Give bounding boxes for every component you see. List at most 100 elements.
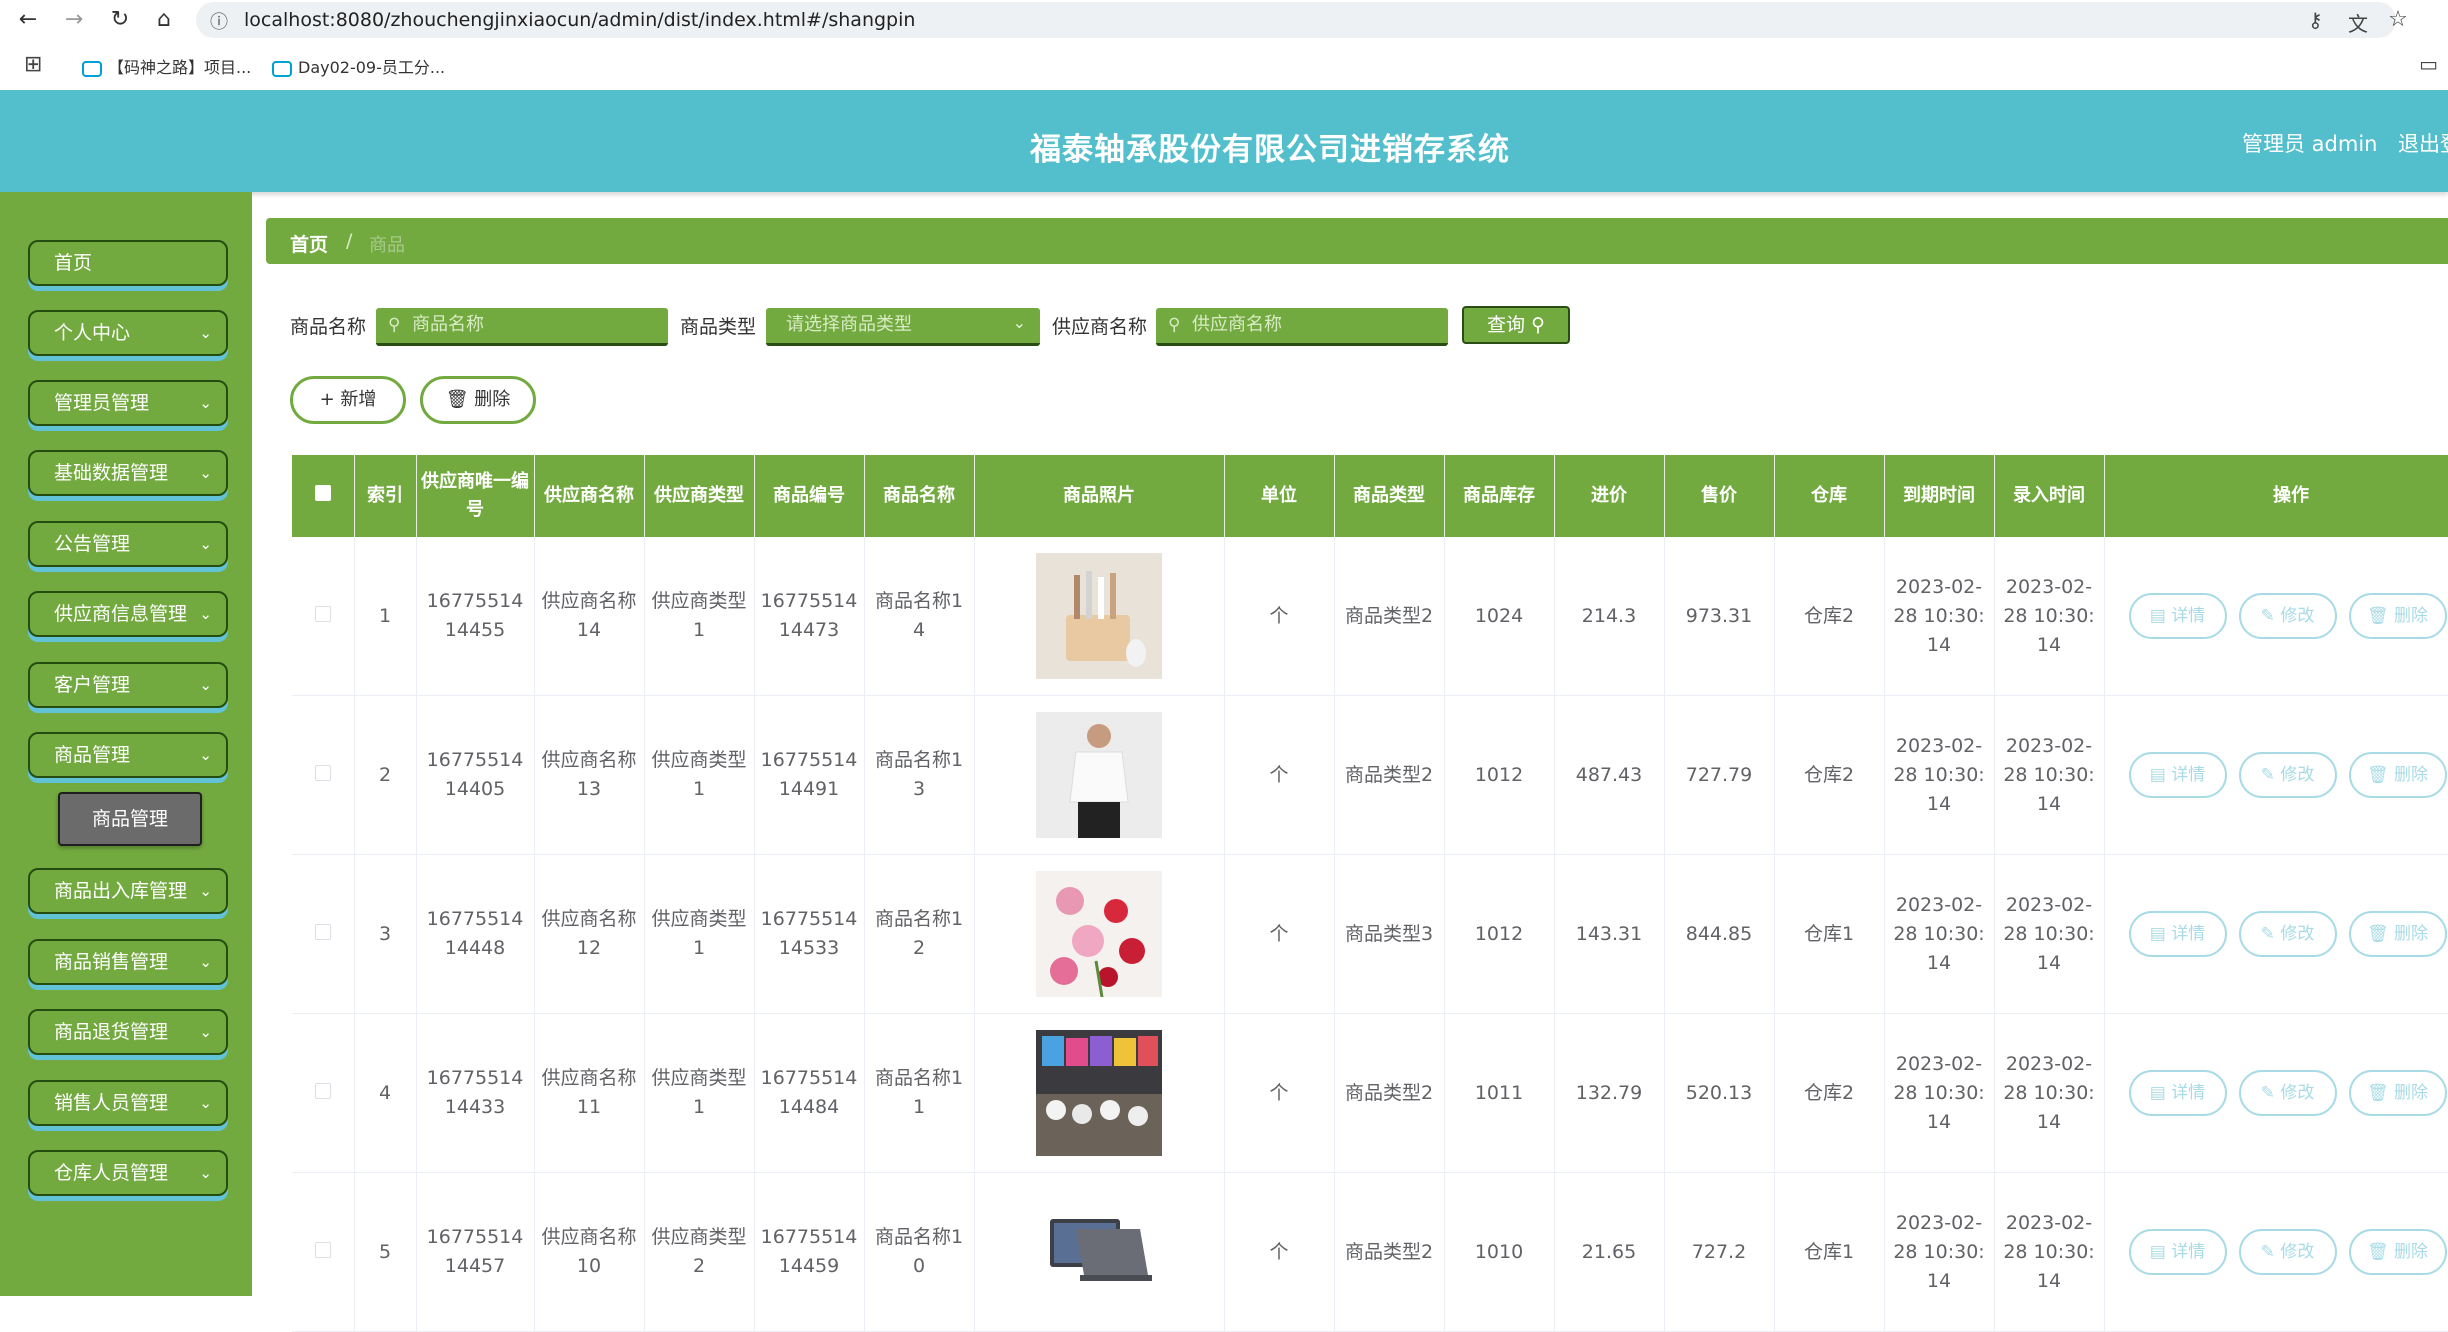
- detail-button[interactable]: ▤ 详情: [2128, 911, 2227, 957]
- home-icon[interactable]: ⌂: [150, 6, 178, 34]
- row-delete-label: 删除: [2394, 924, 2428, 944]
- submenu-item-goods[interactable]: 商品管理: [58, 792, 202, 846]
- cell-warehouse: 仓库1: [1774, 854, 1885, 1014]
- edit-button[interactable]: ✎ 修改: [2238, 911, 2337, 957]
- detail-button[interactable]: ▤ 详情: [2128, 752, 2227, 798]
- chevron-down-icon: ⌄: [199, 953, 212, 971]
- apps-grid-icon[interactable]: ⊞: [24, 52, 42, 77]
- sidebar-item-admin[interactable]: 管理员管理 ⌄: [28, 380, 228, 426]
- bookmark-item[interactable]: 【码神之路】项目...: [82, 54, 251, 78]
- cell-expire: 2023-02-28 10:30:14: [1884, 1172, 1995, 1332]
- bookmark-label: 【码神之路】项目...: [108, 58, 252, 77]
- sidebar-item-goods[interactable]: 商品管理 ⌄: [28, 732, 228, 778]
- sidebar-item-notice[interactable]: 公告管理 ⌄: [28, 521, 228, 567]
- sidebar-item-customer[interactable]: 客户管理 ⌄: [28, 662, 228, 708]
- bookmarks-bar: ⊞ 【码神之路】项目... Day02-09-员工分... ▭: [0, 48, 2448, 82]
- cell-photo: [974, 854, 1225, 1014]
- cell-unit: 个: [1224, 1013, 1335, 1173]
- back-icon[interactable]: ←: [14, 6, 42, 34]
- trash-icon: 🗑: [445, 389, 469, 410]
- goods-photo[interactable]: [981, 1030, 1218, 1156]
- reload-icon[interactable]: ↻: [106, 6, 134, 34]
- folder-icon[interactable]: ▭: [2419, 52, 2438, 76]
- table-row: 2 1677551414405 供应商名称13 供应商类型1 167755141…: [292, 695, 2448, 855]
- select-all-checkbox[interactable]: [314, 485, 331, 501]
- cell-created: 2023-02-28 10:30:14: [1994, 1013, 2105, 1173]
- detail-button[interactable]: ▤ 详情: [2128, 1070, 2227, 1116]
- sidebar-item-base-data[interactable]: 基础数据管理 ⌄: [28, 450, 228, 496]
- sidebar-item-label: 销售人员管理: [54, 1092, 169, 1114]
- cell-expire: 2023-02-28 10:30:14: [1884, 695, 1995, 855]
- pencil-icon: ✎: [2260, 924, 2275, 944]
- row-checkbox[interactable]: [314, 605, 331, 622]
- query-button[interactable]: 查询 ⚲: [1462, 306, 1570, 344]
- row-delete-button[interactable]: 🗑 删除: [2348, 911, 2447, 957]
- address-row: ← → ↻ ⌂ ⓘ localhost:8080/zhouchengjinxia…: [0, 0, 2448, 40]
- sidebar-item-label: 商品销售管理: [54, 951, 169, 973]
- row-checkbox[interactable]: [314, 764, 331, 781]
- cell-goods-id: 1677551414484: [754, 1013, 865, 1173]
- sidebar-item-label: 商品管理: [54, 744, 131, 766]
- document-icon: ▤: [2149, 1242, 2166, 1262]
- breadcrumb-home[interactable]: 首页: [290, 230, 328, 257]
- row-delete-button[interactable]: 🗑 删除: [2348, 752, 2447, 798]
- row-checkbox[interactable]: [314, 1241, 331, 1258]
- cell-goods-type: 商品类型2: [1334, 695, 1445, 855]
- edit-button[interactable]: ✎ 修改: [2238, 1070, 2337, 1116]
- sidebar-item-supplier[interactable]: 供应商信息管理 ⌄: [28, 591, 228, 637]
- column-header: 到期时间: [1884, 455, 1995, 537]
- row-select-cell: [292, 1172, 355, 1332]
- goods-photo[interactable]: [981, 553, 1218, 679]
- row-checkbox[interactable]: [314, 923, 331, 940]
- goods-photo[interactable]: [981, 1189, 1218, 1315]
- edit-label: 修改: [2280, 765, 2315, 785]
- row-checkbox[interactable]: [314, 1082, 331, 1099]
- admin-label: 管理员 admin: [2242, 132, 2378, 156]
- row-delete-button[interactable]: 🗑 删除: [2348, 1229, 2447, 1275]
- cell-cost: 487.43: [1554, 695, 1665, 855]
- column-header: 商品库存: [1444, 455, 1555, 537]
- sidebar-item-warehouse-staff[interactable]: 仓库人员管理 ⌄: [28, 1150, 228, 1196]
- kitchen-utensils-picture: [1036, 553, 1162, 679]
- detail-button[interactable]: ▤ 详情: [2128, 1229, 2227, 1275]
- edit-button[interactable]: ✎ 修改: [2238, 593, 2337, 639]
- goods-photo[interactable]: [981, 712, 1218, 838]
- column-header: 售价: [1664, 455, 1775, 537]
- row-delete-label: 删除: [2394, 606, 2428, 626]
- breadcrumb-separator: /: [346, 230, 353, 252]
- site-info-icon[interactable]: ⓘ: [210, 8, 228, 34]
- sidebar-item-home[interactable]: 首页: [28, 240, 228, 286]
- cell-supplier-type: 供应商类型1: [644, 695, 755, 855]
- translate-icon[interactable]: 文: [2348, 8, 2368, 37]
- delete-button[interactable]: 🗑 删除: [420, 376, 536, 424]
- forward-icon[interactable]: →: [60, 6, 88, 34]
- bookmark-item[interactable]: Day02-09-员工分...: [272, 54, 445, 78]
- goods-type-label: 商品类型: [680, 316, 757, 338]
- goods-type-select[interactable]: 请选择商品类型 ⌄: [766, 308, 1040, 346]
- cell-supplier-name: 供应商名称14: [534, 537, 645, 696]
- add-button[interactable]: + 新增: [290, 376, 406, 424]
- bilibili-icon: [82, 60, 102, 77]
- sidebar-item-returns[interactable]: 商品退货管理 ⌄: [28, 1009, 228, 1055]
- row-delete-button[interactable]: 🗑 删除: [2348, 593, 2447, 639]
- cell-goods-type: 商品类型3: [1334, 854, 1445, 1014]
- document-icon: ▤: [2149, 924, 2166, 944]
- goods-name-input[interactable]: ⚲ 商品名称: [376, 308, 668, 346]
- sidebar-item-salespeople[interactable]: 销售人员管理 ⌄: [28, 1080, 228, 1126]
- sidebar-item-label: 基础数据管理: [54, 462, 169, 484]
- edit-button[interactable]: ✎ 修改: [2238, 752, 2337, 798]
- goods-photo[interactable]: [981, 871, 1218, 997]
- pencil-icon: ✎: [2260, 1083, 2275, 1103]
- logout-link[interactable]: 退出登录: [2398, 128, 2448, 158]
- supplier-name-input[interactable]: ⚲ 供应商名称: [1156, 308, 1448, 346]
- url-bar[interactable]: ⓘ localhost:8080/zhouchengjinxiaocun/adm…: [196, 2, 2396, 38]
- row-delete-button[interactable]: 🗑 删除: [2348, 1070, 2447, 1116]
- sidebar-item-sales[interactable]: 商品销售管理 ⌄: [28, 939, 228, 985]
- password-key-icon[interactable]: ⚷: [2308, 8, 2323, 32]
- sidebar-item-stock-io[interactable]: 商品出入库管理 ⌄: [28, 868, 228, 914]
- sidebar-item-profile[interactable]: 个人中心 ⌄: [28, 310, 228, 356]
- cell-stock: 1012: [1444, 854, 1555, 1014]
- detail-button[interactable]: ▤ 详情: [2128, 593, 2227, 639]
- edit-button[interactable]: ✎ 修改: [2238, 1229, 2337, 1275]
- bookmark-star-icon[interactable]: ☆: [2384, 6, 2412, 34]
